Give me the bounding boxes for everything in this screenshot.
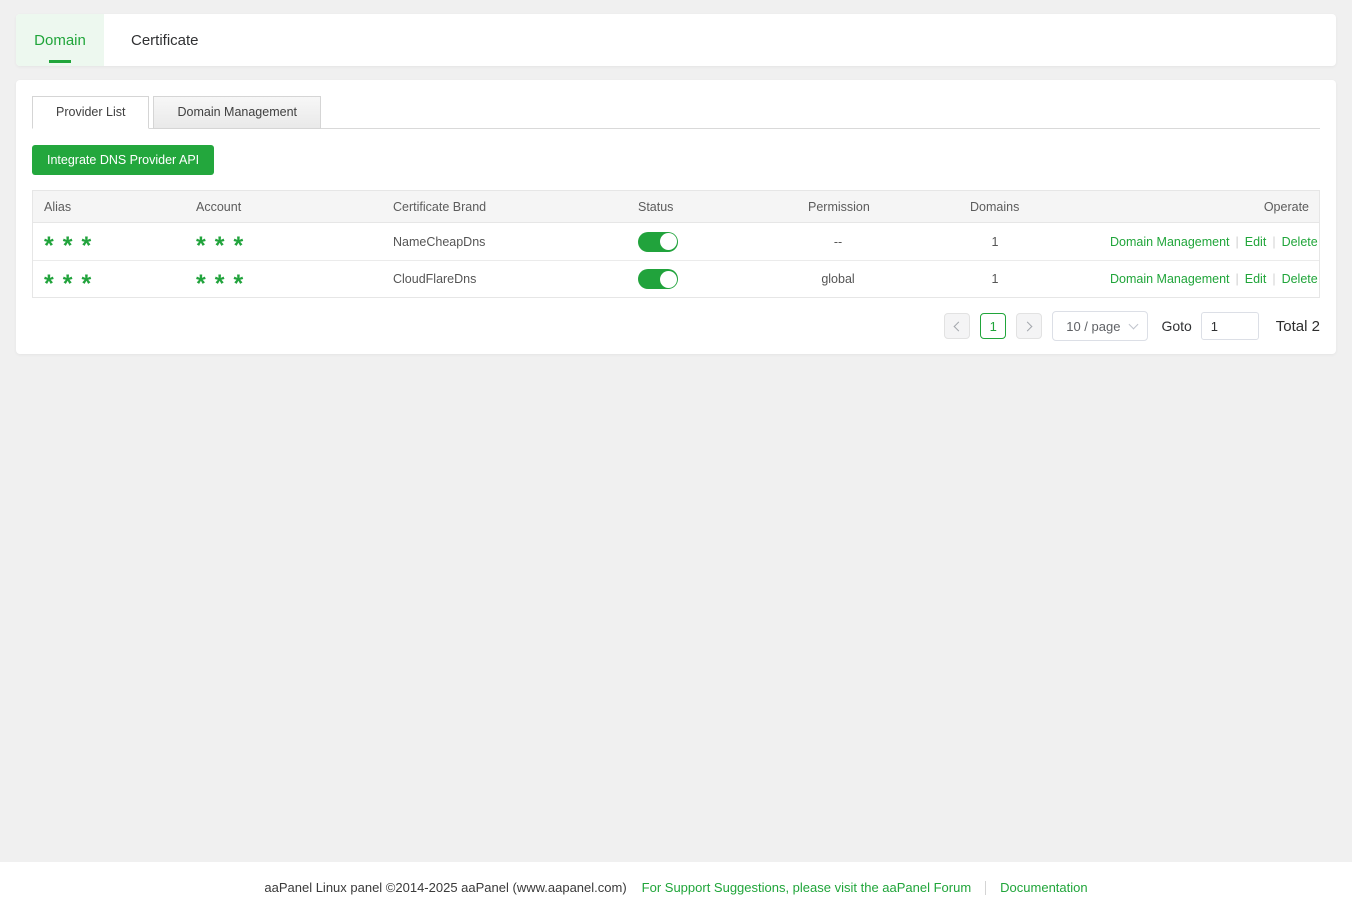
copyright-text: aaPanel Linux panel ©2014-2025 aaPanel (… — [264, 880, 626, 895]
status-toggle-on[interactable] — [638, 269, 678, 289]
column-header-domains: Domains — [959, 200, 1099, 214]
action-separator: | — [1236, 235, 1239, 249]
domains-count: 1 — [970, 272, 1020, 286]
tab-certificate-label: Certificate — [131, 32, 199, 49]
action-separator: | — [1272, 272, 1275, 286]
chevron-right-icon — [1023, 321, 1033, 331]
brand-cell: NameCheapDns — [382, 235, 627, 249]
operate-cell: Domain Management | Edit | Delete — [1099, 235, 1319, 249]
domains-cell: 1 — [959, 272, 1099, 286]
footer-divider — [985, 881, 986, 895]
domains-cell: 1 — [959, 235, 1099, 249]
goto-page-input[interactable] — [1201, 312, 1259, 340]
tab-provider-list-label: Provider List — [56, 105, 125, 119]
page-size-value: 10 / page — [1066, 319, 1120, 334]
masked-alias: *** — [44, 232, 100, 256]
forum-link[interactable]: For Support Suggestions, please visit th… — [642, 880, 972, 895]
documentation-link[interactable]: Documentation — [1000, 880, 1087, 895]
sub-tab-bar: Provider List Domain Management — [32, 96, 1320, 129]
edit-link[interactable]: Edit — [1245, 235, 1267, 249]
tab-domain-management-label: Domain Management — [177, 105, 297, 119]
column-header-operate: Operate — [1099, 200, 1319, 214]
integrate-dns-provider-api-button[interactable]: Integrate DNS Provider API — [32, 145, 214, 175]
column-header-account: Account — [185, 200, 382, 214]
domain-management-link[interactable]: Domain Management — [1110, 272, 1230, 286]
tab-domain-management[interactable]: Domain Management — [153, 96, 321, 129]
goto-label: Goto — [1161, 318, 1191, 334]
edit-link[interactable]: Edit — [1245, 272, 1267, 286]
table-row: *** *** CloudFlareDns global 1 Domain Ma… — [33, 260, 1319, 297]
masked-account: *** — [196, 270, 252, 294]
account-cell: *** — [185, 265, 382, 294]
domains-count: 1 — [970, 235, 1020, 249]
tab-certificate[interactable]: Certificate — [104, 14, 226, 66]
table-row: *** *** NameCheapDns -- 1 Domain Managem… — [33, 223, 1319, 260]
action-separator: | — [1272, 235, 1275, 249]
permission-cell: global — [797, 272, 959, 286]
permission-cell: -- — [797, 235, 959, 249]
dns-provider-card: Provider List Domain Management Integrat… — [16, 80, 1336, 354]
next-page-button[interactable] — [1016, 313, 1042, 339]
active-tab-underline — [49, 60, 71, 63]
status-toggle-on[interactable] — [638, 232, 678, 252]
top-tab-bar: Domain Certificate — [16, 14, 1336, 66]
tab-domain[interactable]: Domain — [16, 14, 104, 66]
permission-value: global — [808, 272, 868, 286]
account-cell: *** — [185, 227, 382, 256]
brand-cell: CloudFlareDns — [382, 272, 627, 286]
alias-cell: *** — [33, 227, 185, 256]
page-size-select[interactable]: 10 / page — [1052, 311, 1148, 341]
chevron-down-icon — [1129, 319, 1139, 329]
column-header-brand: Certificate Brand — [382, 200, 627, 214]
delete-link[interactable]: Delete — [1282, 272, 1318, 286]
pagination: 1 10 / page Goto Total 2 — [32, 311, 1320, 341]
column-header-status: Status — [627, 200, 797, 214]
action-separator: | — [1236, 272, 1239, 286]
masked-alias: *** — [44, 270, 100, 294]
tab-domain-label: Domain — [34, 32, 86, 49]
previous-page-button[interactable] — [944, 313, 970, 339]
page-footer: aaPanel Linux panel ©2014-2025 aaPanel (… — [0, 862, 1352, 913]
domain-management-link[interactable]: Domain Management — [1110, 235, 1230, 249]
provider-table-header: Alias Account Certificate Brand Status P… — [33, 191, 1319, 223]
delete-link[interactable]: Delete — [1282, 235, 1318, 249]
provider-table: Alias Account Certificate Brand Status P… — [32, 190, 1320, 298]
status-cell — [627, 269, 797, 289]
current-page-label: 1 — [990, 319, 997, 334]
status-cell — [627, 232, 797, 252]
column-header-permission: Permission — [797, 200, 959, 214]
page-number-button[interactable]: 1 — [980, 313, 1006, 339]
chevron-left-icon — [954, 321, 964, 331]
operate-cell: Domain Management | Edit | Delete — [1099, 272, 1319, 286]
column-header-alias: Alias — [33, 200, 185, 214]
alias-cell: *** — [33, 265, 185, 294]
permission-value: -- — [808, 235, 868, 249]
total-count-label: Total 2 — [1276, 318, 1320, 335]
masked-account: *** — [196, 232, 252, 256]
tab-provider-list[interactable]: Provider List — [32, 96, 149, 129]
